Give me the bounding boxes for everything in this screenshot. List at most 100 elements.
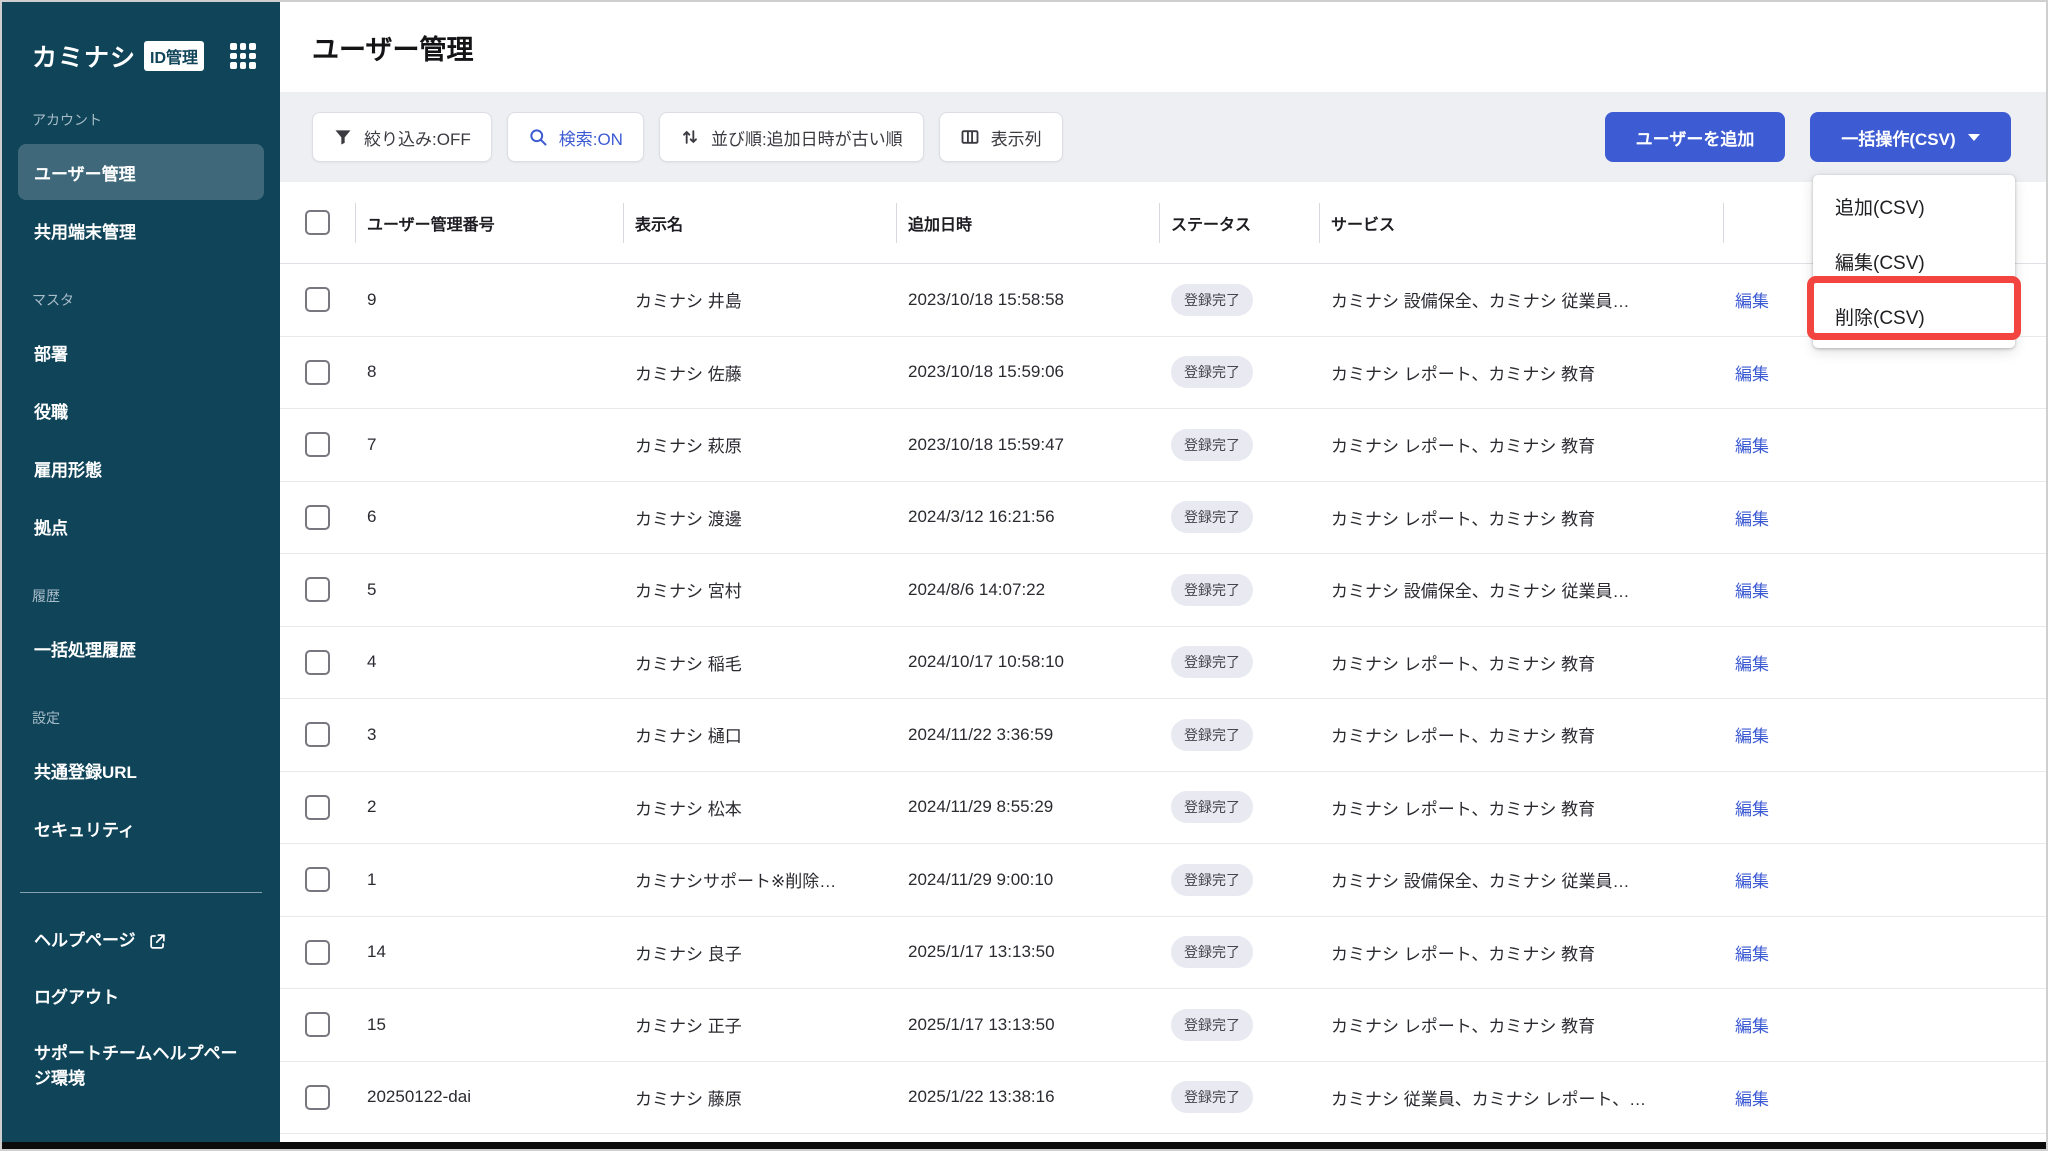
toolbar: 絞り込み:OFF 検索:ON 並び順:追加日時が古い順 表示列 ユーザーを追加 … [280,92,2046,182]
sidebar-section-label: マスタ [32,292,74,308]
apps-grid-icon[interactable] [230,43,256,69]
col-header-status: ステータス [1171,216,1252,234]
status-badge: 登録完了 [1171,428,1253,461]
status-badge: 登録完了 [1171,1008,1253,1041]
cell-user-id: 15 [367,1014,386,1034]
sidebar-item-0-0[interactable]: ユーザー管理 [18,144,264,200]
columns-icon [960,127,980,147]
sidebar-section: 履歴 一括処理履歴 [2,556,280,676]
row-checkbox[interactable] [305,432,330,458]
table-row: 3 カミナシ 樋口 2024/11/22 3:36:59 登録完了 カミナシ レ… [280,699,2046,772]
row-checkbox[interactable] [305,722,330,748]
sidebar-section-items: ユーザー管理 共用端末管理 [2,144,280,258]
cell-services: カミナシ 設備保全、カミナシ 従業員… [1331,872,1630,892]
edit-link[interactable]: 編集 [1735,722,1769,747]
cell-added-datetime: 2023/10/18 15:59:47 [908,434,1064,454]
sidebar-item-1-0[interactable]: 部署 [18,324,264,380]
row-checkbox[interactable] [305,359,330,385]
row-checkbox[interactable] [305,287,330,313]
cell-services: カミナシ レポート、カミナシ 教育 [1331,437,1596,457]
external-link-icon [148,932,167,951]
edit-link[interactable]: 編集 [1735,1085,1769,1110]
filter-icon [333,127,353,147]
cell-user-id: 8 [367,362,377,382]
sidebar-footer-item[interactable]: ログアウト [18,972,264,1025]
sidebar-item-label: 役職 [34,402,68,422]
caret-down-icon [1967,133,1980,141]
edit-link[interactable]: 編集 [1735,577,1769,602]
edit-link[interactable]: 編集 [1735,287,1769,312]
table-row: 14 カミナシ 良子 2025/1/17 13:13:50 登録完了 カミナシ … [280,917,2046,989]
app-window: カミナシ ID管理 アカウント ユーザー管理 共用端末管理 マスタ 部署 役職 … [0,0,2048,1151]
row-checkbox[interactable] [305,867,330,893]
sidebar-item-label: セキュリティ [34,820,135,840]
cell-display-name: カミナシ 佐藤 [635,364,742,384]
sort-button[interactable]: 並び順:追加日時が古い順 [658,112,924,162]
edit-link[interactable]: 編集 [1735,432,1769,457]
sidebar-section-label: 履歴 [32,588,60,604]
col-header-added: 追加日時 [908,216,973,234]
page-title: ユーザー管理 [312,34,474,65]
row-checkbox[interactable] [305,504,330,530]
add-user-button[interactable]: ユーザーを追加 [1605,112,1785,162]
brand-logo: カミナシ [32,44,137,72]
sidebar-item-label: 一括処理履歴 [34,640,136,660]
row-checkbox[interactable] [305,1012,330,1038]
row-checkbox[interactable] [305,939,330,965]
search-button-label: 検索:ON [558,129,623,149]
cell-display-name: カミナシ 宮村 [635,582,742,602]
bulk-menu-item-0[interactable]: 追加(CSV) [1813,179,2015,234]
sidebar-section: アカウント ユーザー管理 共用端末管理 [2,80,280,258]
bulk-menu-item-1[interactable]: 編集(CSV) [1813,234,2015,289]
cell-user-id: 4 [367,652,377,672]
status-badge: 登録完了 [1171,936,1253,969]
row-checkbox[interactable] [305,649,330,675]
cell-added-datetime: 2025/1/17 13:13:50 [908,942,1055,962]
table-row: 2 カミナシ 松本 2024/11/29 8:55:29 登録完了 カミナシ レ… [280,772,2046,844]
sidebar-item-3-0[interactable]: 共通登録URL [18,742,264,798]
bulk-action-button[interactable]: 一括操作(CSV) [1810,112,2011,162]
sidebar-footer-item-label: サポートチームヘルプページ環境 [34,1044,238,1088]
sidebar-item-1-1[interactable]: 役職 [18,382,264,438]
cell-services: カミナシ レポート、カミナシ 教育 [1331,1017,1596,1037]
edit-link[interactable]: 編集 [1735,1012,1769,1037]
edit-link[interactable]: 編集 [1735,650,1769,675]
page-header: ユーザー管理 [280,2,2046,92]
cell-added-datetime: 2023/10/18 15:59:06 [908,362,1064,382]
edit-link[interactable]: 編集 [1735,505,1769,530]
sidebar-section: マスタ 部署 役職 雇用形態 拠点 [2,260,280,554]
columns-button[interactable]: 表示列 [938,112,1063,162]
sidebar-item-0-1[interactable]: 共用端末管理 [18,202,264,258]
sort-button-label: 並び順:追加日時が古い順 [710,129,903,149]
filter-button[interactable]: 絞り込み:OFF [312,112,492,162]
cell-user-id: 3 [367,724,377,744]
sidebar-item-1-3[interactable]: 拠点 [18,498,264,554]
sidebar-footer-item[interactable]: サポートチームヘルプページ環境 [18,1028,264,1105]
sidebar-section-items: 共通登録URL セキュリティ [2,742,280,856]
edit-link[interactable]: 編集 [1735,940,1769,965]
cell-added-datetime: 2024/10/17 10:58:10 [908,652,1064,672]
edit-link[interactable]: 編集 [1735,867,1769,892]
sidebar: カミナシ ID管理 アカウント ユーザー管理 共用端末管理 マスタ 部署 役職 … [2,2,280,1149]
cell-services: カミナシ レポート、カミナシ 教育 [1331,727,1596,747]
sidebar-footer: ヘルプページ ログアウト サポートチームヘルプページ環境 [2,911,280,1110]
sidebar-footer-item[interactable]: ヘルプページ [18,915,264,968]
sidebar-item-3-1[interactable]: セキュリティ [18,800,264,856]
row-checkbox[interactable] [305,1084,330,1110]
columns-button-label: 表示列 [990,129,1042,149]
table-row: 5 カミナシ 宮村 2024/8/6 14:07:22 登録完了 カミナシ 設備… [280,554,2046,627]
sidebar-item-1-2[interactable]: 雇用形態 [18,440,264,496]
select-all-checkbox[interactable] [305,210,330,235]
search-button[interactable]: 検索:ON [506,112,644,162]
edit-link[interactable]: 編集 [1735,360,1769,385]
cell-display-name: カミナシ 井島 [635,292,742,312]
edit-link[interactable]: 編集 [1735,795,1769,820]
user-table: ユーザー管理番号 表示名 追加日時 ステータス サービス 9 カミナシ 井島 2… [280,182,2046,1134]
row-checkbox[interactable] [305,577,330,603]
row-checkbox[interactable] [305,794,330,820]
sidebar-item-2-0[interactable]: 一括処理履歴 [18,620,264,676]
cell-user-id: 20250122-dai [367,1087,471,1107]
sidebar-item-label: ユーザー管理 [34,164,136,184]
bulk-menu-item-2[interactable]: 削除(CSV) [1813,289,2015,344]
sidebar-section-label: 設定 [32,710,60,726]
